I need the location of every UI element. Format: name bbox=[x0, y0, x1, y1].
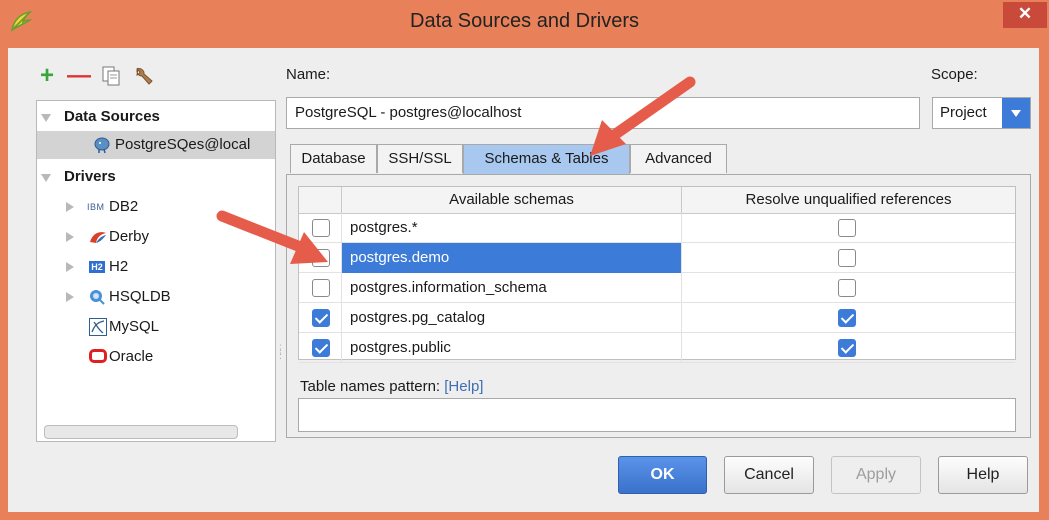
table-names-pattern-label: Table names pattern: bbox=[300, 378, 441, 395]
apply-button[interactable]: Apply bbox=[831, 456, 921, 494]
driver-label: HSQLDB bbox=[109, 288, 171, 305]
resolve-checkbox[interactable] bbox=[838, 309, 856, 327]
schemas-table[interactable]: Available schemas Resolve unqualified re… bbox=[298, 186, 1016, 363]
data-sources-group[interactable]: Data Sources bbox=[37, 103, 275, 131]
driver-label: H2 bbox=[109, 258, 129, 275]
table-row[interactable]: postgres.information_schema bbox=[299, 273, 1015, 303]
ibm-icon: IBM bbox=[87, 202, 105, 212]
resolve-checkbox-cell bbox=[681, 333, 1015, 363]
minus-icon[interactable]: — bbox=[67, 62, 91, 89]
table-names-pattern-input[interactable] bbox=[298, 398, 1016, 432]
resolve-checkbox[interactable] bbox=[838, 339, 856, 357]
expand-arrow-icon[interactable] bbox=[66, 262, 74, 272]
data-source-item[interactable]: PostgreSQes@local bbox=[37, 131, 275, 159]
close-button[interactable]: ✕ bbox=[1003, 2, 1047, 28]
driver-item-hsqldb[interactable]: HSQLDB bbox=[37, 283, 275, 311]
collapse-arrow-icon[interactable] bbox=[41, 114, 51, 122]
schema-name-cell[interactable]: postgres.pg_catalog bbox=[341, 303, 681, 333]
available-checkbox-cell bbox=[299, 333, 341, 363]
name-label: Name: bbox=[286, 66, 331, 83]
resolve-checkbox-cell bbox=[681, 273, 1015, 303]
resolve-checkbox-cell bbox=[681, 213, 1015, 243]
driver-item-mysql[interactable]: MySQL bbox=[37, 313, 275, 341]
postgresql-icon bbox=[94, 137, 110, 154]
ok-button[interactable]: OK bbox=[618, 456, 707, 494]
driver-label: Derby bbox=[109, 228, 150, 245]
data-source-label: PostgreSQes@local bbox=[115, 136, 251, 153]
chevron-down-icon[interactable] bbox=[1002, 98, 1030, 128]
driver-label: DB2 bbox=[109, 198, 139, 215]
title-bar[interactable]: Data Sources and Drivers ✕ bbox=[0, 0, 1049, 48]
table-header: Available schemas Resolve unqualified re… bbox=[299, 187, 1015, 214]
derby-icon bbox=[90, 232, 106, 243]
oracle-icon bbox=[89, 349, 107, 363]
resolve-checkbox[interactable] bbox=[838, 279, 856, 297]
table-row[interactable]: postgres.public bbox=[299, 333, 1015, 363]
expand-arrow-icon[interactable] bbox=[66, 232, 74, 242]
column-header-resolve[interactable]: Resolve unqualified references bbox=[681, 187, 1015, 213]
scope-dropdown[interactable]: Project bbox=[932, 97, 1031, 129]
h2-icon: H2 bbox=[89, 261, 105, 273]
copy-icon[interactable] bbox=[100, 65, 122, 87]
cancel-button[interactable]: Cancel bbox=[724, 456, 814, 494]
resolve-checkbox-cell bbox=[681, 243, 1015, 273]
splitter-handle[interactable]: ⁚ ⁚ ⁚ bbox=[279, 344, 283, 364]
annotation-arrow-icon bbox=[590, 76, 696, 156]
help-link[interactable]: [Help] bbox=[444, 378, 483, 395]
table-row[interactable]: postgres.pg_catalog bbox=[299, 303, 1015, 333]
mysql-icon bbox=[89, 318, 107, 336]
available-checkbox[interactable] bbox=[312, 279, 330, 297]
expand-arrow-icon[interactable] bbox=[66, 292, 74, 302]
tab-ssh-ssl[interactable]: SSH/SSL bbox=[377, 144, 463, 173]
available-checkbox-cell bbox=[299, 273, 341, 303]
window-title: Data Sources and Drivers bbox=[410, 10, 639, 32]
expand-arrow-icon[interactable] bbox=[66, 202, 74, 212]
wrench-icon[interactable] bbox=[132, 65, 154, 87]
dialog-window: Data Sources and Drivers ✕ + — Data Sour… bbox=[0, 0, 1049, 520]
tree-toolbar: + — bbox=[36, 62, 154, 90]
schema-name-cell[interactable]: postgres.public bbox=[341, 333, 681, 363]
available-checkbox-cell bbox=[299, 303, 341, 333]
data-sources-heading: Data Sources bbox=[64, 108, 160, 125]
tree-horizontal-scrollbar[interactable] bbox=[44, 425, 238, 439]
resolve-checkbox-cell bbox=[681, 303, 1015, 333]
drivers-heading: Drivers bbox=[64, 168, 116, 185]
hsqldb-icon bbox=[90, 290, 105, 305]
resolve-checkbox[interactable] bbox=[838, 249, 856, 267]
schema-name-cell[interactable]: postgres.information_schema bbox=[341, 273, 681, 303]
table-row[interactable]: postgres.demo bbox=[299, 243, 1015, 273]
scope-value: Project bbox=[940, 104, 987, 121]
available-checkbox[interactable] bbox=[312, 309, 330, 327]
help-button[interactable]: Help bbox=[938, 456, 1028, 494]
pattern-label-group: Table names pattern: [Help] bbox=[300, 378, 483, 395]
plus-icon[interactable]: + bbox=[36, 62, 58, 89]
tab-database[interactable]: Database bbox=[290, 144, 377, 173]
driver-label: MySQL bbox=[109, 318, 160, 335]
schema-name-cell[interactable]: postgres.* bbox=[341, 213, 681, 243]
scope-label: Scope: bbox=[931, 66, 978, 83]
schema-name-cell[interactable]: postgres.demo bbox=[341, 243, 681, 273]
table-row[interactable]: postgres.* bbox=[299, 213, 1015, 243]
drivers-group[interactable]: Drivers bbox=[37, 163, 275, 191]
column-header-available[interactable]: Available schemas bbox=[341, 187, 681, 213]
collapse-arrow-icon[interactable] bbox=[41, 174, 51, 182]
available-checkbox[interactable] bbox=[312, 339, 330, 357]
resolve-checkbox[interactable] bbox=[838, 219, 856, 237]
annotation-arrow-icon bbox=[216, 210, 328, 264]
